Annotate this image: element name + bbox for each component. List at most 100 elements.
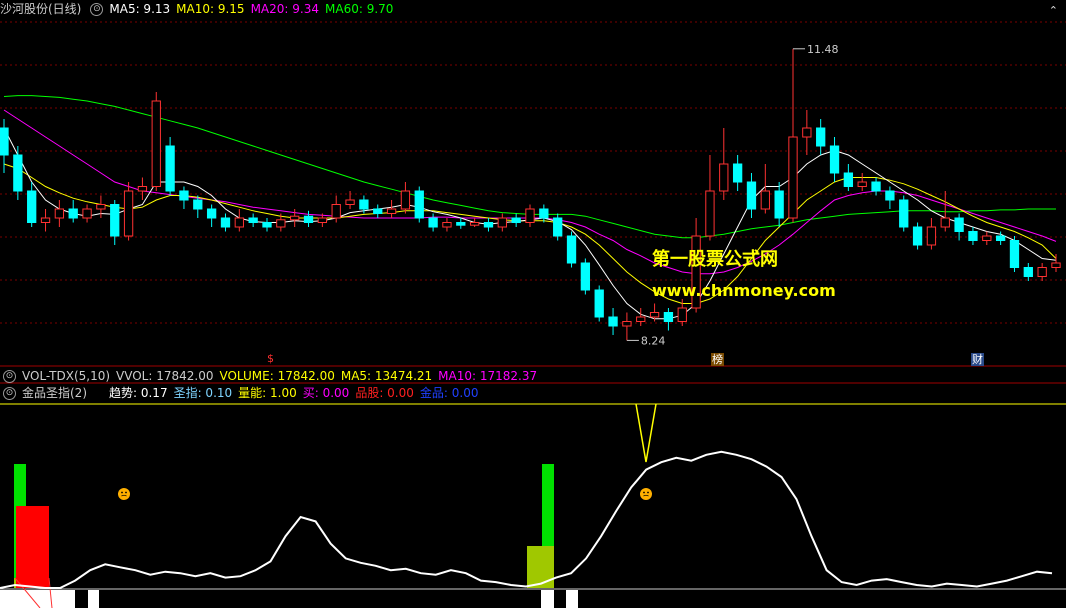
low-price-label: 8.24: [641, 334, 666, 347]
candle-down: [732, 163, 743, 183]
indicator-name[interactable]: 金品圣指(2): [22, 384, 87, 402]
candle-up: [525, 208, 535, 223]
candle-down: [303, 215, 314, 223]
smiley-eye: [125, 491, 127, 494]
signal-block: [566, 590, 578, 608]
vvol-value: VVOL: 17842.00: [116, 369, 214, 383]
watermark-cn: 第一股票公式网: [652, 249, 778, 270]
candle-down: [206, 208, 217, 219]
indicator-series: [0, 403, 1066, 608]
candle-down: [608, 316, 618, 327]
candle-down: [1009, 240, 1020, 268]
candle-down: [414, 190, 424, 219]
candle-up: [276, 219, 286, 228]
candle-down: [359, 199, 369, 210]
ma10-line: [3, 163, 1057, 304]
ma10-value: MA10: 9.15: [176, 2, 245, 16]
candle-up: [622, 321, 632, 327]
candlestick-series: [0, 48, 1061, 341]
candle-down: [899, 199, 909, 228]
candle-up: [151, 100, 161, 187]
candle-up: [719, 163, 729, 192]
candle-up: [760, 190, 770, 210]
indicator-settings-icon[interactable]: ⊙: [90, 2, 104, 16]
candle-down: [663, 312, 674, 322]
candle-down: [68, 208, 78, 219]
candle-down: [816, 127, 826, 147]
volume-indicator-name[interactable]: VOL-TDX(5,10): [22, 367, 110, 385]
candle-down: [511, 217, 521, 223]
trend-line: [0, 450, 1053, 589]
candle-down: [539, 208, 549, 219]
candle-up: [982, 235, 992, 241]
candle-down: [829, 145, 840, 174]
volume-pane-header: ⊙ VOL-TDX(5,10) VVOL: 17842.00 VOLUME: 1…: [0, 367, 543, 385]
smiley-eye: [647, 491, 649, 494]
candle-up: [54, 208, 65, 219]
candle-down: [110, 204, 120, 237]
candle-up: [290, 215, 300, 221]
candle-up: [926, 226, 937, 246]
candle-up: [705, 190, 715, 237]
indicator-pane-settings-icon[interactable]: ⊙: [3, 386, 16, 400]
red-signal-bar: [16, 506, 49, 588]
event-marker-bang[interactable]: 榜: [711, 353, 724, 366]
liang-value: 量能: 1.00: [238, 386, 297, 400]
trend-value: 趋势: 0.17: [109, 386, 168, 400]
candle-down: [456, 222, 466, 226]
candle-down: [0, 127, 9, 156]
buy-value: 买: 0.00: [302, 386, 350, 400]
pin-value: 品股: 0.00: [355, 386, 414, 400]
candle-up: [649, 312, 660, 318]
candle-up: [802, 127, 812, 138]
lime-signal-bar: [527, 546, 554, 588]
candle-up: [857, 181, 867, 187]
ma20-line: [3, 109, 1057, 275]
candle-down: [179, 190, 189, 201]
candle-up: [677, 307, 687, 322]
candle-up: [96, 204, 106, 210]
signal-block: [88, 590, 99, 608]
candle-down: [746, 181, 757, 210]
candle-up: [940, 217, 950, 228]
candle-up: [497, 217, 507, 228]
candle-down: [193, 199, 203, 210]
candle-down: [483, 222, 494, 228]
candle-up: [1037, 267, 1047, 277]
candle-down: [774, 190, 784, 219]
smiley-icon: [118, 488, 130, 500]
candle-down: [871, 181, 881, 192]
smiley-eye: [643, 491, 645, 494]
candle-down: [912, 226, 923, 246]
candle-up: [636, 316, 646, 322]
candle-down: [165, 145, 175, 192]
ma5-value: MA5: 9.13: [109, 2, 171, 16]
candle-down: [428, 217, 438, 228]
candle-up: [123, 190, 134, 237]
stock-title[interactable]: 沙河股份(日线): [0, 0, 81, 18]
candle-down: [27, 190, 37, 223]
candle-up: [40, 217, 51, 223]
candle-down: [566, 235, 577, 264]
indicator-pane-header: ⊙ 金品圣指(2) 趋势: 0.17 圣指: 0.10 量能: 1.00 买: …: [0, 384, 484, 402]
ma20-value: MA20: 9.34: [250, 2, 319, 16]
event-marker-cai[interactable]: 财: [971, 353, 984, 366]
candle-up: [331, 204, 341, 219]
signal-block: [541, 590, 554, 608]
candle-up: [1051, 262, 1061, 268]
vol-ma5-value: MA5: 13474.21: [340, 369, 433, 383]
sheng-value: 圣指: 0.10: [173, 386, 233, 400]
candle-down: [594, 289, 604, 318]
chart-canvas[interactable]: 11.48 8.24: [0, 0, 1066, 608]
expand-chevron-icon[interactable]: ⌃: [1049, 4, 1058, 17]
candle-up: [788, 136, 798, 219]
candle-up: [386, 208, 397, 214]
candle-up: [234, 217, 244, 228]
volume-settings-icon[interactable]: ⊙: [3, 369, 16, 383]
candle-up: [442, 222, 452, 228]
high-price-label: 11.48: [807, 43, 839, 56]
candle-down: [580, 262, 591, 291]
event-marker-s[interactable]: $: [266, 352, 275, 365]
yellow-dip: [635, 403, 657, 463]
candle-down: [1023, 267, 1033, 277]
